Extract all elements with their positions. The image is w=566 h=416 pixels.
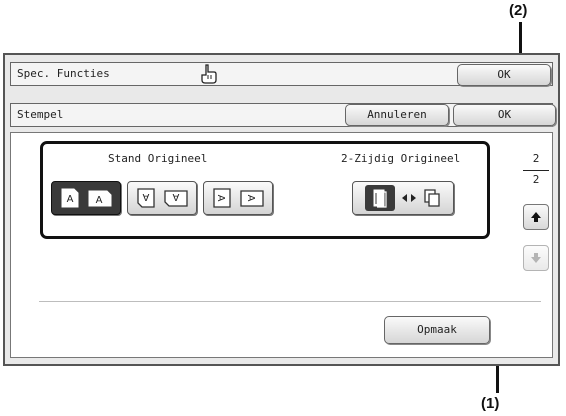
page-fraction-line [523, 170, 549, 171]
landscape-rotated-icon: A [164, 190, 188, 207]
orientation-upright-button[interactable]: A A [51, 181, 121, 215]
orientation-sideways-button[interactable]: A A [203, 181, 273, 215]
layout-button[interactable]: Opmaak [384, 316, 490, 344]
ok-button[interactable]: OK [453, 104, 556, 126]
footer-divider [39, 301, 541, 302]
orientation-rotated-button[interactable]: A A [127, 181, 197, 215]
orientation-heading: Stand Origineel [108, 152, 208, 165]
landscape-original-icon: A [88, 190, 112, 207]
page-down-button[interactable] [523, 245, 549, 271]
arrow-up-icon [531, 212, 541, 222]
svg-text:A: A [67, 194, 74, 205]
svg-text:A: A [96, 195, 103, 206]
duplex-book-icon [365, 185, 395, 211]
svg-text:A: A [215, 195, 226, 202]
landscape-sideways-icon: A [240, 190, 264, 207]
page-total: 2 [532, 173, 540, 186]
svg-text:A: A [142, 191, 149, 202]
sub-title: Stempel [17, 108, 64, 121]
duplex-original-button[interactable] [352, 181, 454, 215]
portrait-original-icon: A [61, 188, 79, 208]
portrait-sideways-icon: A [213, 188, 231, 208]
callout-2-label: (2) [509, 2, 528, 19]
window-title: Spec. Functies [17, 67, 110, 80]
duplex-pages-icon [424, 189, 440, 207]
page-up-button[interactable] [523, 204, 549, 230]
settings-area: Stand Origineel 2-Zijdig Origineel A A A… [10, 132, 553, 358]
duplex-heading: 2-Zijdig Origineel [341, 152, 461, 165]
title-ok-button[interactable]: OK [457, 64, 551, 86]
svg-text:A: A [172, 191, 179, 202]
page-current: 2 [532, 152, 540, 165]
special-functions-panel: Spec. Functies OK Stempel Annuleren OK S… [3, 53, 560, 366]
portrait-rotated-icon: A [137, 188, 155, 208]
callout-1-label: (1) [481, 395, 500, 412]
svg-text:A: A [245, 195, 256, 202]
hand-pointer-icon [199, 63, 219, 93]
arrow-down-icon [531, 253, 541, 263]
swap-arrows-icon [402, 194, 416, 202]
cancel-button[interactable]: Annuleren [345, 104, 449, 126]
